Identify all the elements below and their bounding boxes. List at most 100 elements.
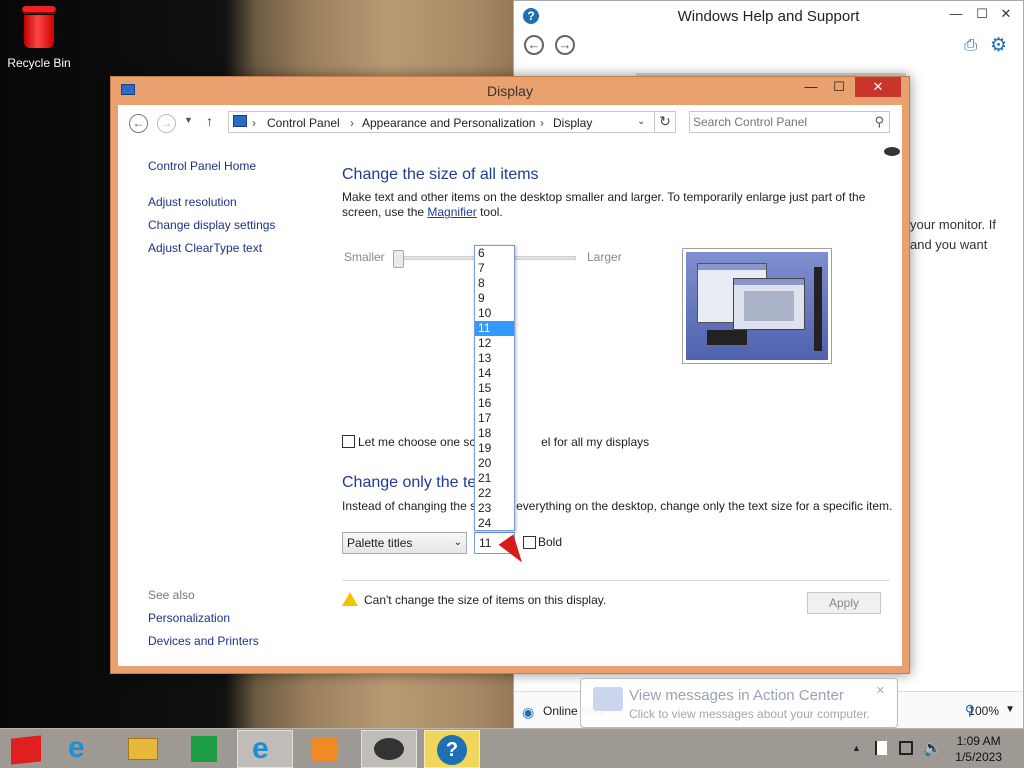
section-heading-size-all: Change the size of all items: [342, 166, 539, 183]
dropdown-option[interactable]: 10: [475, 306, 514, 321]
zoom-level[interactable]: 100%: [968, 704, 999, 718]
section-description: Make text and other items on the desktop…: [342, 190, 866, 219]
dropdown-option[interactable]: 12: [475, 336, 514, 351]
search-input[interactable]: [693, 114, 863, 130]
dropdown-option[interactable]: 20: [475, 456, 514, 471]
print-icon[interactable]: ⎙: [964, 37, 977, 55]
font-size-dropdown-list[interactable]: 6 7 8 9 10 11 12 13 14 15 16 17 18 19 20 21 22 23 24: [474, 245, 515, 531]
action-center-flag-icon[interactable]: [875, 741, 887, 755]
back-icon[interactable]: ←: [524, 35, 544, 55]
chevron-down-icon: ⌄: [453, 537, 462, 548]
dropdown-option[interactable]: 16: [475, 396, 514, 411]
zoom-dropdown-icon[interactable]: ▼: [1005, 704, 1015, 715]
control-panel-icon: [233, 115, 247, 127]
control-panel-taskbar-icon[interactable]: [361, 730, 417, 768]
sidebar-item-devices-printers[interactable]: Devices and Printers: [148, 634, 259, 648]
dropdown-option[interactable]: 22: [475, 486, 514, 501]
breadcrumb-appearance[interactable]: Appearance and Personalization: [362, 116, 535, 130]
action-center-notification[interactable]: View messages in Action Center Click to …: [580, 678, 898, 728]
show-hidden-icons-icon[interactable]: ▲: [852, 743, 861, 753]
close-button[interactable]: ✕: [855, 77, 901, 97]
help-titlebar: ? Windows Help and Support — ☐ ✕: [514, 1, 1023, 31]
sidebar-item-cleartype[interactable]: Adjust ClearType text: [148, 241, 262, 255]
dropdown-option[interactable]: 14: [475, 366, 514, 381]
minimize-button[interactable]: —: [797, 77, 825, 97]
up-icon[interactable]: ↑: [206, 113, 213, 129]
sidebar-item-personalization[interactable]: Personalization: [148, 611, 230, 625]
system-clock[interactable]: 1:09 AM 1/5/2023: [955, 733, 1002, 765]
breadcrumb-control-panel[interactable]: Control Panel: [267, 116, 340, 130]
dropdown-option[interactable]: 8: [475, 276, 514, 291]
display-titlebar: Display — ☐ ✕: [111, 77, 909, 105]
refresh-icon[interactable]: ↻: [654, 111, 676, 133]
see-also-header: See also: [148, 588, 195, 602]
address-dropdown-icon[interactable]: ⌄: [637, 116, 645, 127]
scaling-checkbox[interactable]: [342, 435, 355, 448]
close-button[interactable]: ✕: [995, 5, 1017, 23]
online-help-icon: ◉: [522, 704, 535, 720]
action-center-flag-icon: [593, 687, 623, 711]
internet-explorer-taskbar-icon[interactable]: e: [237, 730, 293, 768]
section2-description: Instead of changing the s everything on t…: [342, 499, 893, 513]
close-icon[interactable]: ✕: [876, 684, 885, 697]
minimize-button[interactable]: —: [945, 5, 967, 23]
media-player-icon[interactable]: [297, 730, 353, 768]
sidebar-item-change-display-settings[interactable]: Change display settings: [148, 218, 275, 232]
address-bar[interactable]: › Control Panel › Appearance and Persona…: [228, 111, 663, 133]
help-taskbar-icon[interactable]: ?: [424, 730, 480, 768]
file-explorer-icon[interactable]: [116, 730, 172, 768]
start-button[interactable]: [0, 730, 56, 768]
sidebar-item-home[interactable]: Control Panel Home: [148, 159, 256, 173]
breadcrumb-display[interactable]: Display: [553, 116, 592, 130]
dropdown-option[interactable]: 9: [475, 291, 514, 306]
dropdown-option[interactable]: 18: [475, 426, 514, 441]
search-icon[interactable]: ⚲: [874, 114, 884, 130]
item-select[interactable]: Palette titles ⌄: [342, 532, 467, 554]
display-preview-image: [682, 248, 832, 364]
breadcrumb-arrow-icon[interactable]: ›: [350, 116, 354, 130]
forward-icon[interactable]: →: [555, 35, 575, 55]
dropdown-option[interactable]: 21: [475, 471, 514, 486]
maximize-button[interactable]: ☐: [971, 5, 993, 23]
breadcrumb-arrow-icon[interactable]: ›: [540, 116, 544, 130]
dropdown-option[interactable]: 19: [475, 441, 514, 456]
internet-explorer-icon[interactable]: e: [56, 730, 112, 768]
size-slider-thumb[interactable]: [393, 250, 404, 268]
dropdown-option[interactable]: 23: [475, 501, 514, 516]
bold-label: Bold: [538, 535, 563, 549]
preview-sidebar: [814, 267, 822, 351]
bold-checkbox[interactable]: [523, 536, 536, 549]
back-icon[interactable]: ←: [129, 114, 148, 133]
dropdown-option[interactable]: 15: [475, 381, 514, 396]
breadcrumb-arrow-icon[interactable]: ›: [252, 116, 256, 130]
volume-muted-icon[interactable]: 🔈: [923, 739, 942, 757]
apply-button[interactable]: Apply: [807, 592, 881, 614]
taskbar: e e ? ▲ 🔈 1:09 AM 1/5/2023: [0, 728, 1024, 768]
recycle-bin-graphic: [18, 6, 60, 50]
store-icon[interactable]: [176, 730, 232, 768]
dropdown-option[interactable]: 17: [475, 411, 514, 426]
dropdown-option[interactable]: 7: [475, 261, 514, 276]
search-box[interactable]: ⚲: [689, 111, 890, 133]
forward-icon[interactable]: →: [157, 114, 176, 133]
dropdown-option[interactable]: 11: [475, 321, 514, 336]
dropdown-option[interactable]: 6: [475, 246, 514, 261]
divider: [342, 580, 890, 581]
slider-min-label: Smaller: [344, 250, 385, 264]
display-window: Display — ☐ ✕ ← → ▼ ↑ › Control Panel › …: [110, 76, 910, 674]
section-heading-text-only: Change only the tex: [342, 474, 485, 491]
notification-title: View messages in Action Center: [629, 687, 844, 704]
clock-time: 1:09 AM: [956, 734, 1001, 748]
help-navbar: ← → ⎙ ⚙: [514, 31, 1023, 61]
maximize-button[interactable]: ☐: [825, 77, 853, 97]
network-icon[interactable]: [899, 741, 913, 755]
recent-pages-icon[interactable]: ▼: [184, 115, 193, 125]
dropdown-option[interactable]: 24: [475, 516, 514, 531]
warning-icon: [342, 592, 358, 606]
sidebar-item-adjust-resolution[interactable]: Adjust resolution: [148, 195, 237, 209]
recycle-bin-icon[interactable]: Recycle Bin: [4, 6, 74, 70]
help-icon[interactable]: [884, 147, 900, 156]
dropdown-option[interactable]: 13: [475, 351, 514, 366]
gear-icon[interactable]: ⚙: [990, 34, 1007, 57]
magnifier-link[interactable]: Magnifier: [427, 205, 476, 219]
